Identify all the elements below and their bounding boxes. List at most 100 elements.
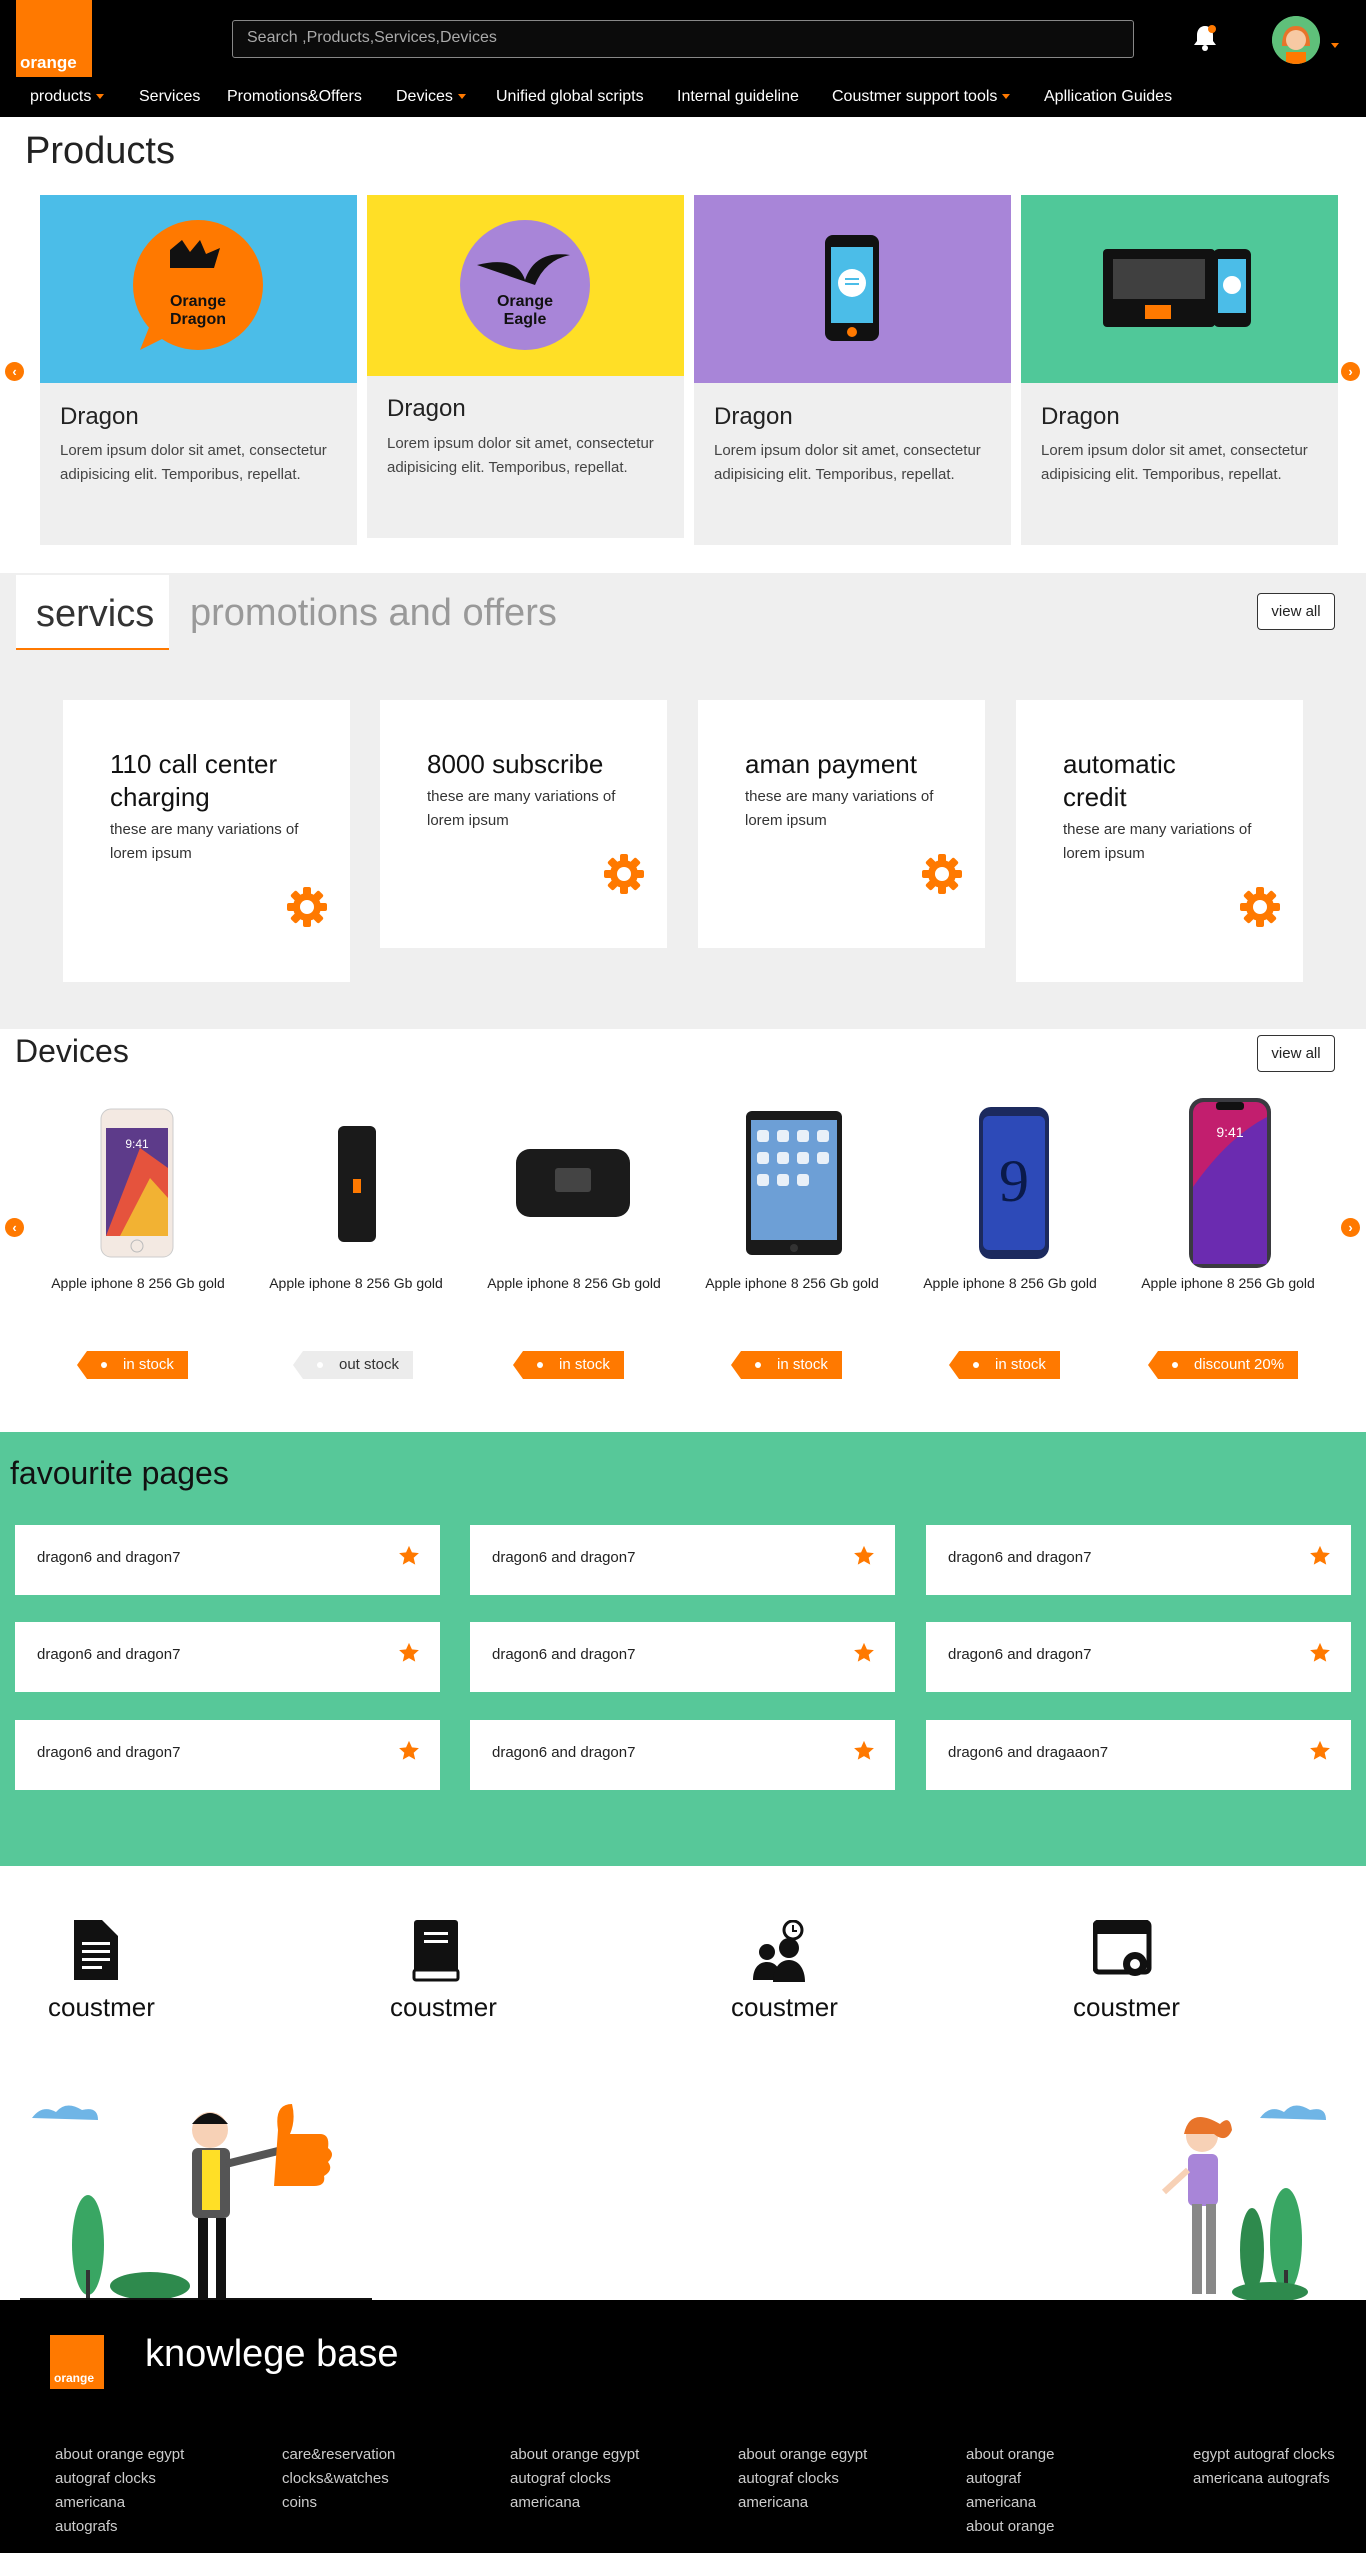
- product-card[interactable]: Orange Eagle Dragon Lorem ipsum dolor si…: [367, 195, 684, 538]
- footer-link[interactable]: autograf clocks: [510, 2467, 639, 2491]
- footer-link[interactable]: americana: [510, 2491, 639, 2515]
- star-icon[interactable]: [1309, 1740, 1331, 1762]
- search-input[interactable]: Search ,Products,Services,Devices: [232, 20, 1134, 58]
- footer-link[interactable]: americana: [966, 2491, 1054, 2515]
- products-next-arrow[interactable]: ›: [1341, 362, 1360, 381]
- stock-badge: in stock: [949, 1351, 1060, 1379]
- phone-time: 9:41: [125, 1137, 149, 1151]
- favourite-item[interactable]: dragon6 and dragon7: [15, 1720, 440, 1790]
- footer-link[interactable]: about orange egypt: [738, 2443, 867, 2467]
- footer-link[interactable]: autograf clocks: [738, 2467, 867, 2491]
- favourite-label: dragon6 and dragon7: [948, 1549, 1092, 1566]
- footer-link[interactable]: americana: [738, 2491, 867, 2515]
- orange-logo[interactable]: orange: [16, 0, 92, 77]
- nav-services[interactable]: Services: [139, 88, 200, 106]
- devices-view-all-button[interactable]: view all: [1257, 1035, 1335, 1072]
- devices-next-arrow[interactable]: ›: [1341, 1218, 1360, 1237]
- chevron-down-icon: [96, 94, 105, 100]
- nav-unified-scripts[interactable]: Unified global scripts: [496, 88, 644, 106]
- products-title: Products: [25, 130, 175, 172]
- footer-link[interactable]: americana: [55, 2491, 184, 2515]
- footer-link[interactable]: americana autografs: [1193, 2467, 1335, 2491]
- favourite-item[interactable]: dragon6 and dragon7: [15, 1622, 440, 1692]
- avatar-caret-icon[interactable]: [1326, 37, 1339, 55]
- footer-link[interactable]: about orange egypt: [510, 2443, 639, 2467]
- device-name: Apple iphone 8 256 Gb gold: [269, 1275, 443, 1291]
- tab-services[interactable]: servics: [16, 575, 169, 650]
- footer-title: knowlege base: [145, 2333, 399, 2375]
- service-card[interactable]: aman payment these are many variations o…: [698, 700, 985, 948]
- footer-logo-text: orange: [54, 2371, 95, 2385]
- star-icon[interactable]: [398, 1642, 420, 1664]
- device-image[interactable]: 9: [978, 1106, 1050, 1265]
- services-view-all-button[interactable]: view all: [1257, 593, 1335, 630]
- service-card[interactable]: 8000 subscribe these are many variations…: [380, 700, 667, 948]
- stock-badge: out stock: [292, 1351, 414, 1379]
- device-image[interactable]: [515, 1148, 631, 1223]
- footer-link[interactable]: coins: [282, 2491, 395, 2515]
- products-prev-arrow[interactable]: ‹: [5, 362, 24, 381]
- device-image[interactable]: 9:41: [1188, 1097, 1272, 1274]
- star-icon[interactable]: [853, 1545, 875, 1567]
- star-icon[interactable]: [853, 1740, 875, 1762]
- star-icon[interactable]: [1309, 1545, 1331, 1567]
- device-name: Apple iphone 8 256 Gb gold: [487, 1275, 661, 1291]
- favourite-item[interactable]: dragon6 and dragon7: [15, 1525, 440, 1595]
- product-image: [694, 195, 1011, 383]
- svg-text:9: 9: [999, 1148, 1029, 1214]
- favourite-item[interactable]: dragon6 and dragon7: [926, 1622, 1351, 1692]
- nav-products[interactable]: products: [30, 88, 105, 106]
- footer-column: about orange egypt autograf clocks ameri…: [510, 2443, 639, 2515]
- footer-link[interactable]: autografs: [55, 2515, 184, 2539]
- tab-promotions[interactable]: promotions and offers: [190, 592, 557, 635]
- device-name: Apple iphone 8 256 Gb gold: [705, 1275, 879, 1291]
- footer-link[interactable]: autograf clocks: [55, 2467, 184, 2491]
- product-title: Dragon: [714, 403, 793, 430]
- star-icon[interactable]: [853, 1642, 875, 1664]
- footer-link[interactable]: about orange egypt: [55, 2443, 184, 2467]
- device-image[interactable]: [337, 1125, 377, 1248]
- service-card[interactable]: automatic credit these are many variatio…: [1016, 700, 1303, 982]
- star-icon[interactable]: [398, 1740, 420, 1762]
- nav-support-tools[interactable]: Coustmer support tools: [832, 88, 1011, 106]
- product-card[interactable]: Dragon Lorem ipsum dolor sit amet, conse…: [694, 195, 1011, 545]
- footer-link[interactable]: about orange: [966, 2515, 1054, 2539]
- service-card[interactable]: 110 call center charging these are many …: [63, 700, 350, 982]
- stock-badge: in stock: [731, 1351, 842, 1379]
- bell-icon[interactable]: [1190, 22, 1220, 54]
- footer-link[interactable]: autograf: [966, 2467, 1054, 2491]
- star-icon[interactable]: [398, 1545, 420, 1567]
- device-image[interactable]: 9:41: [100, 1108, 174, 1263]
- customer-label: coustmer: [48, 1992, 155, 2022]
- favourite-item[interactable]: dragon6 and dragaaon7: [926, 1720, 1351, 1790]
- product-title: Dragon: [60, 403, 139, 430]
- product-card[interactable]: Dragon Lorem ipsum dolor sit amet, conse…: [1021, 195, 1338, 545]
- footer-link[interactable]: egypt autograf clocks: [1193, 2443, 1335, 2467]
- users-clock-icon: [753, 1920, 805, 1982]
- star-icon[interactable]: [1309, 1642, 1331, 1664]
- favourite-item[interactable]: dragon6 and dragon7: [926, 1525, 1351, 1595]
- nav-devices[interactable]: Devices: [396, 88, 466, 106]
- nav-internal-guideline[interactable]: Internal guideline: [677, 88, 799, 106]
- nav-label: Services: [139, 88, 201, 105]
- nav-application-guides[interactable]: Apllication Guides: [1044, 88, 1172, 106]
- nav-promotions[interactable]: Promotions&Offers: [227, 88, 362, 106]
- footer-link[interactable]: about orange: [966, 2443, 1054, 2467]
- footer-column: about orange egypt autograf clocks ameri…: [738, 2443, 867, 2515]
- product-text: Lorem ipsum dolor sit amet, consectetur …: [714, 442, 981, 483]
- footer-link[interactable]: clocks&watches: [282, 2467, 395, 2491]
- favourite-item[interactable]: dragon6 and dragon7: [470, 1525, 895, 1595]
- footer-orange-logo[interactable]: orange: [50, 2335, 104, 2389]
- favourite-label: dragon6 and dragon7: [37, 1744, 181, 1761]
- devices-prev-arrow[interactable]: ‹: [5, 1218, 24, 1237]
- product-card[interactable]: Orange Dragon Dragon Lorem ipsum dolor s…: [40, 195, 357, 545]
- service-text: these are many variations of lorem ipsum: [110, 821, 299, 862]
- favourite-item[interactable]: dragon6 and dragon7: [470, 1720, 895, 1790]
- footer-link[interactable]: care&reservation: [282, 2443, 395, 2467]
- favourites-title: favourite pages: [10, 1455, 229, 1491]
- avatar[interactable]: [1272, 16, 1320, 64]
- favourite-item[interactable]: dragon6 and dragon7: [470, 1622, 895, 1692]
- device-image[interactable]: [745, 1110, 843, 1261]
- footer-column: about orange autograf americana about or…: [966, 2443, 1054, 2539]
- service-text: these are many variations of lorem ipsum: [745, 788, 934, 829]
